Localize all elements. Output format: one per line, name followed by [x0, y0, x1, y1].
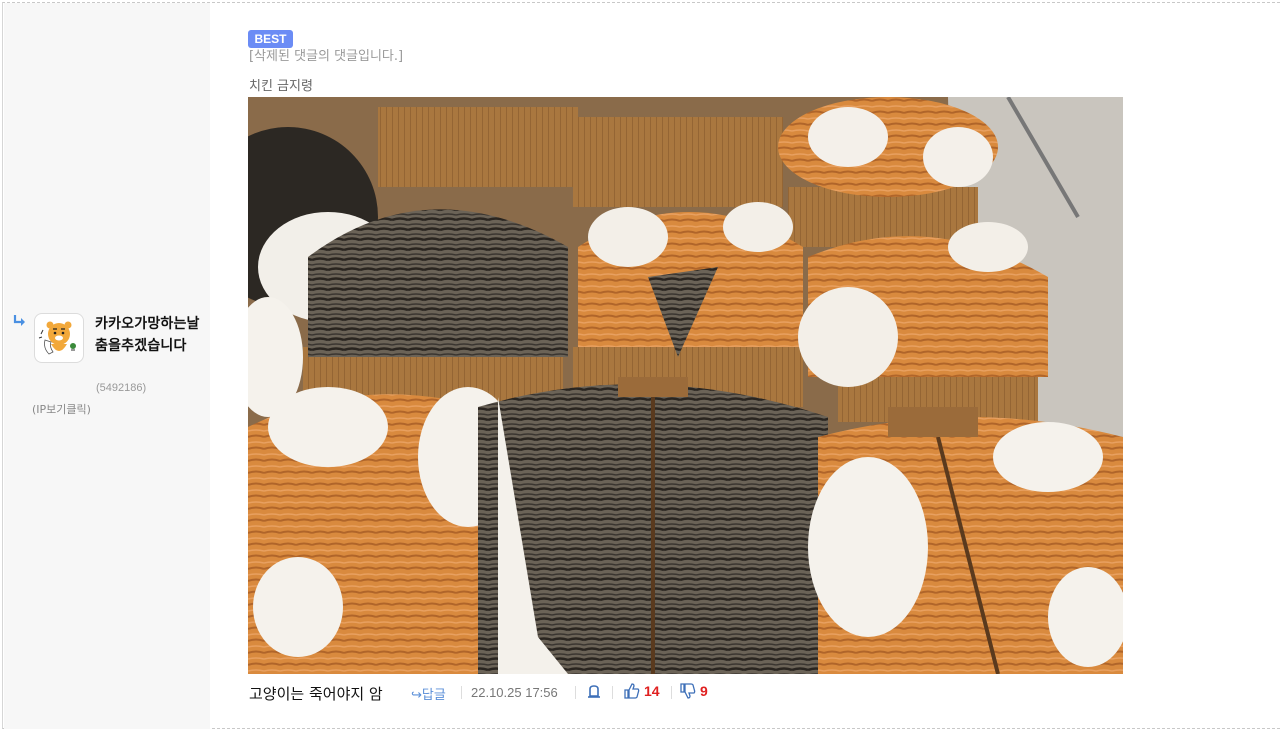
report-bell-icon[interactable] [587, 685, 601, 699]
downvote-count: 9 [700, 683, 708, 699]
ryan-character-icon [38, 321, 76, 355]
avatar[interactable] [34, 313, 84, 363]
deleted-parent-notice: [삭제된 댓글의 댓글입니다.] [249, 49, 404, 64]
cat-fur-vests-photo [248, 97, 1123, 674]
author-column [4, 3, 210, 729]
upvote-button[interactable]: 14 [624, 683, 660, 699]
ip-view-link[interactable]: (IP보기클릭) [32, 401, 91, 417]
reply-arrow-small-icon: ↪ [411, 688, 422, 703]
reply-label: 답글 [421, 688, 446, 703]
author-nickname[interactable]: 카카오가망하는날 춤을추겠습니다 [95, 313, 210, 357]
comment-image[interactable] [248, 97, 1123, 674]
upvote-count: 14 [644, 683, 660, 699]
thumbs-down-icon [680, 683, 696, 699]
comment-body: 고양이는 죽어야지 암 [249, 685, 383, 703]
divider [461, 686, 462, 699]
downvote-button[interactable]: 9 [680, 683, 708, 699]
comment-datetime: 22.10.25 17:56 [471, 685, 558, 700]
thumbs-up-icon [624, 683, 640, 699]
divider [612, 686, 613, 699]
divider [575, 686, 576, 699]
reply-button[interactable]: ↪답글 [411, 684, 446, 703]
reply-arrow-icon [13, 315, 25, 326]
comment-quote-line: 치킨 금지령 [249, 79, 313, 94]
author-user-id: (5492186) [96, 382, 147, 394]
divider [671, 686, 672, 699]
